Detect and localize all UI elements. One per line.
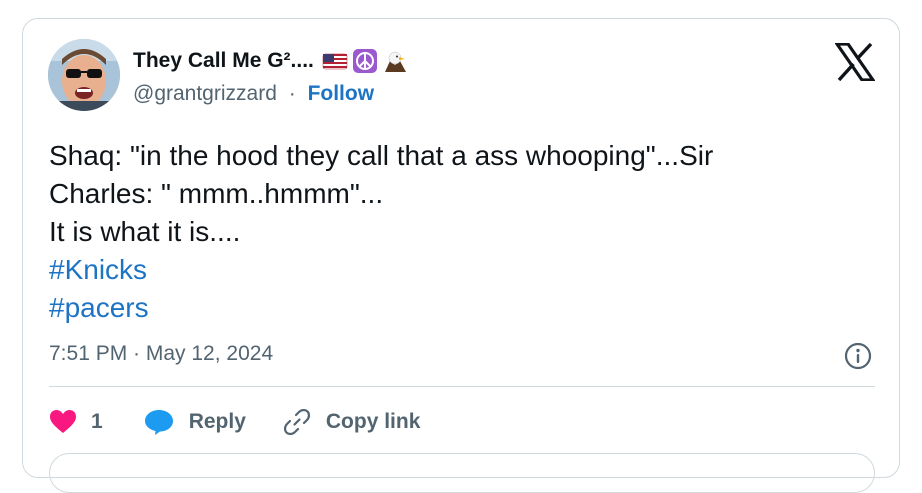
divider bbox=[49, 386, 875, 387]
handle-row: @grantgrizzard · Follow bbox=[133, 82, 374, 106]
heart-icon bbox=[50, 410, 76, 433]
copy-link-label: Copy link bbox=[325, 410, 421, 433]
reply-button[interactable]: Reply bbox=[143, 408, 246, 436]
reply-bubble-icon bbox=[144, 410, 173, 435]
author-handle[interactable]: @grantgrizzard bbox=[133, 82, 277, 105]
separator-dot: · bbox=[288, 82, 296, 105]
tweet-timestamp[interactable]: 7:51 PM · May 12, 2024 bbox=[49, 342, 273, 366]
hashtag-pacers[interactable]: #pacers bbox=[49, 289, 869, 327]
reply-label: Reply bbox=[188, 410, 246, 433]
copy-link-button[interactable]: Copy link bbox=[282, 407, 421, 437]
action-bar: 1 Reply Copy link bbox=[49, 404, 456, 440]
x-logo-icon[interactable] bbox=[835, 43, 875, 81]
tweet-text-line: Shaq: "in the hood they call that a ass … bbox=[49, 140, 714, 171]
display-name[interactable]: They Call Me G².... bbox=[133, 49, 314, 73]
like-button[interactable]: 1 bbox=[49, 409, 103, 435]
tweet-text: Shaq: "in the hood they call that a ass … bbox=[49, 137, 869, 327]
peace-symbol-icon bbox=[352, 49, 377, 73]
tweet-card[interactable]: They Call Me G².... @grantgrizzard · Fol… bbox=[22, 18, 900, 493]
author-name-row[interactable]: They Call Me G².... bbox=[133, 47, 408, 75]
link-icon bbox=[283, 408, 310, 436]
us-flag-icon bbox=[322, 53, 348, 70]
info-icon[interactable] bbox=[843, 341, 873, 371]
hashtag-knicks[interactable]: #Knicks bbox=[49, 251, 869, 289]
avatar[interactable] bbox=[48, 39, 120, 111]
tweet-text-line: Charles: " mmm..hmmm"... bbox=[49, 178, 384, 209]
tweet-text-line: It is what it is.... bbox=[49, 216, 241, 247]
like-count: 1 bbox=[91, 410, 103, 433]
avatar-photo bbox=[48, 39, 120, 111]
eagle-icon bbox=[384, 51, 406, 72]
follow-button[interactable]: Follow bbox=[308, 82, 375, 105]
read-replies-button[interactable] bbox=[49, 453, 875, 493]
